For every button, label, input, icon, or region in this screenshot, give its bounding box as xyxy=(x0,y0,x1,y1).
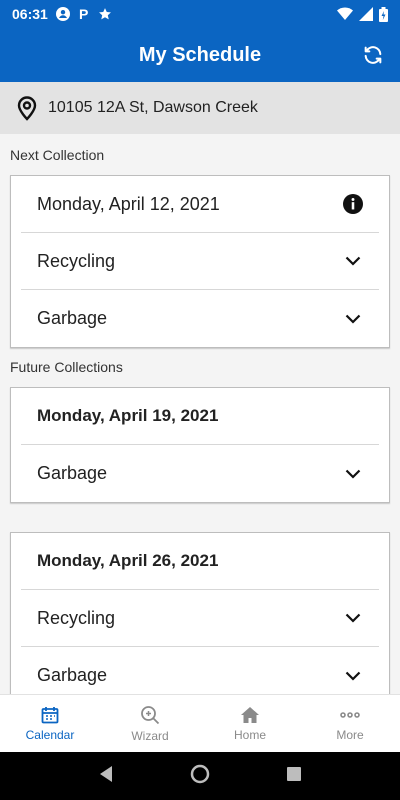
future-collections-label: Future Collections xyxy=(10,359,123,375)
back-icon xyxy=(100,765,112,782)
refresh-button[interactable] xyxy=(360,42,386,68)
schedule-content[interactable]: Next Collection Monday, April 12, 2021 R… xyxy=(0,134,400,694)
page-title: My Schedule xyxy=(138,43,262,66)
app-bar: My Schedule xyxy=(0,28,400,82)
collection-date: Monday, April 12, 2021 xyxy=(37,193,220,214)
collection-date-row: Monday, April 26, 2021 xyxy=(21,533,379,590)
svg-text:P: P xyxy=(79,7,88,21)
chevron-down-icon xyxy=(343,608,363,628)
status-time: 06:31 xyxy=(12,6,48,22)
status-bar: 06:31 P xyxy=(0,0,400,28)
bottom-nav: Calendar Wizard Home More xyxy=(0,694,400,752)
collection-item-label: Recycling xyxy=(37,250,116,271)
info-button[interactable] xyxy=(343,194,363,214)
parking-icon: P xyxy=(78,7,90,21)
system-nav-bar xyxy=(0,752,400,800)
star-icon xyxy=(98,7,112,21)
collection-item-garbage[interactable]: Garbage xyxy=(21,445,379,502)
location-pin-icon xyxy=(17,96,37,121)
chevron-down-icon xyxy=(343,464,363,484)
back-button[interactable] xyxy=(98,765,114,788)
home-icon xyxy=(241,706,259,723)
home-system-button[interactable] xyxy=(190,764,210,789)
chevron-down-icon xyxy=(343,251,363,271)
nav-item-calendar[interactable]: Calendar xyxy=(0,695,100,752)
collection-date-row: Monday, April 19, 2021 xyxy=(21,388,379,445)
collection-item-recycling[interactable]: Recycling xyxy=(21,233,379,290)
collection-item-label: Garbage xyxy=(37,308,108,328)
address-text: 10105 12A St, Dawson Creek xyxy=(48,99,258,116)
more-icon xyxy=(340,711,360,718)
collection-item-garbage[interactable]: Garbage xyxy=(21,290,379,347)
nav-label: Calendar xyxy=(25,727,75,742)
refresh-icon xyxy=(364,46,382,64)
collection-item-recycling[interactable]: Recycling xyxy=(21,590,379,647)
nav-label: More xyxy=(336,727,364,742)
collection-date-row: Monday, April 12, 2021 xyxy=(21,176,379,233)
account-icon xyxy=(55,7,70,21)
collection-item-label: Garbage xyxy=(37,463,108,483)
recents-icon xyxy=(287,766,301,781)
collection-item-label: Garbage xyxy=(37,665,108,685)
nav-item-more[interactable]: More xyxy=(300,695,400,752)
info-icon xyxy=(343,194,363,214)
next-collection-card: Monday, April 12, 2021 Recycling Garbage xyxy=(10,175,390,348)
nav-label: Home xyxy=(233,727,266,742)
collection-date: Monday, April 26, 2021 xyxy=(37,551,219,570)
wifi-icon xyxy=(337,7,353,21)
collection-item-label: Recycling xyxy=(37,607,116,628)
signal-icon xyxy=(359,7,373,21)
collection-item-garbage[interactable]: Garbage xyxy=(21,647,379,694)
battery-icon xyxy=(379,6,388,22)
nav-label: Wizard xyxy=(131,728,169,743)
collection-date: Monday, April 19, 2021 xyxy=(37,406,219,425)
recents-button[interactable] xyxy=(286,766,302,787)
calendar-icon xyxy=(41,706,59,723)
chevron-down-icon xyxy=(343,666,363,686)
future-collection-card: Monday, April 19, 2021 Garbage xyxy=(10,387,390,503)
nav-item-wizard[interactable]: Wizard xyxy=(100,695,200,752)
next-collection-label: Next Collection xyxy=(10,147,105,163)
circle-home-icon xyxy=(190,764,210,783)
wizard-icon xyxy=(141,705,160,724)
address-bar[interactable]: 10105 12A St, Dawson Creek xyxy=(0,82,400,134)
chevron-down-icon xyxy=(343,309,363,329)
nav-item-home[interactable]: Home xyxy=(200,695,300,752)
future-collection-card: Monday, April 26, 2021 Recycling Garbage xyxy=(10,532,390,694)
